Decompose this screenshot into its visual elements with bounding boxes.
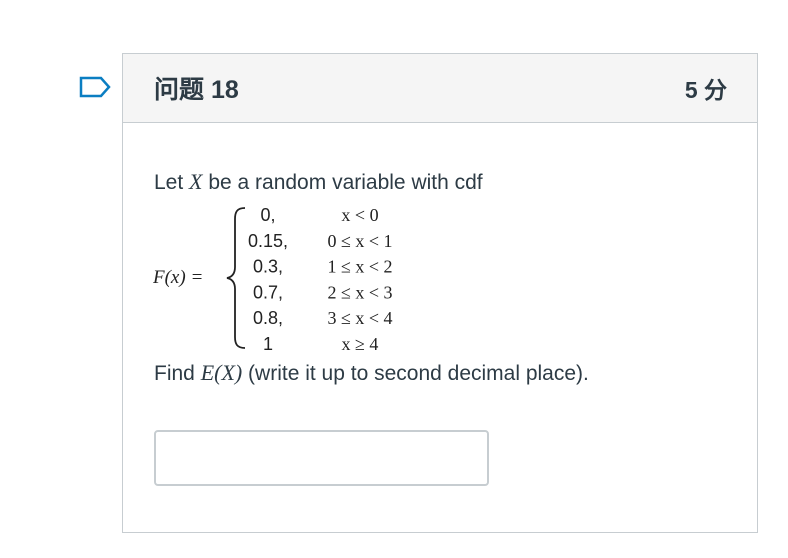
cdf-condition-0: x < 0 <box>341 205 378 225</box>
piecewise-brace <box>226 207 246 349</box>
cdf-value-0: 0, <box>260 205 275 225</box>
question-points: 5 分 <box>684 77 727 103</box>
function-label: F(x) = <box>153 267 203 288</box>
cdf-condition-5: x ≥ 4 <box>342 334 379 353</box>
question-prompt: Let X be a random variable with cdf <box>154 169 483 195</box>
cdf-condition-2: 1 ≤ x < 2 <box>327 257 392 277</box>
flag-question-icon[interactable] <box>79 76 111 98</box>
prompt-text-after: be a random variable with cdf <box>202 171 483 194</box>
find-text-before: Find <box>154 362 201 385</box>
prompt-text-before: Let <box>154 171 190 194</box>
cdf-condition-3: 2 ≤ x < 3 <box>327 282 392 302</box>
find-instruction: Find E(X) (write it up to second decimal… <box>154 360 589 386</box>
cdf-value-5: 1 <box>263 334 273 353</box>
question-card: 问题 18 5 分 Let X be a random variable wit… <box>122 53 758 533</box>
find-text-after: (write it up to second decimal place). <box>242 362 589 385</box>
cdf-formula: F(x) = 0, x < 0 0.15, 0 ≤ x < 1 0.3, 1 ≤ x < … <box>153 205 393 353</box>
question-header: 问题 18 5 分 <box>123 54 757 123</box>
cdf-condition-1: 0 ≤ x < 1 <box>327 231 392 251</box>
cdf-value-2: 0.3, <box>253 257 283 277</box>
cdf-value-4: 0.8, <box>253 308 283 328</box>
question-title: 问题 18 <box>154 76 239 104</box>
cdf-value-3: 0.7, <box>253 282 283 302</box>
cdf-condition-4: 3 ≤ x < 4 <box>327 308 392 328</box>
find-expression: E(X) <box>200 360 243 385</box>
answer-input[interactable] <box>154 430 489 486</box>
prompt-variable: X <box>189 169 203 194</box>
cdf-value-1: 0.15, <box>248 231 288 251</box>
